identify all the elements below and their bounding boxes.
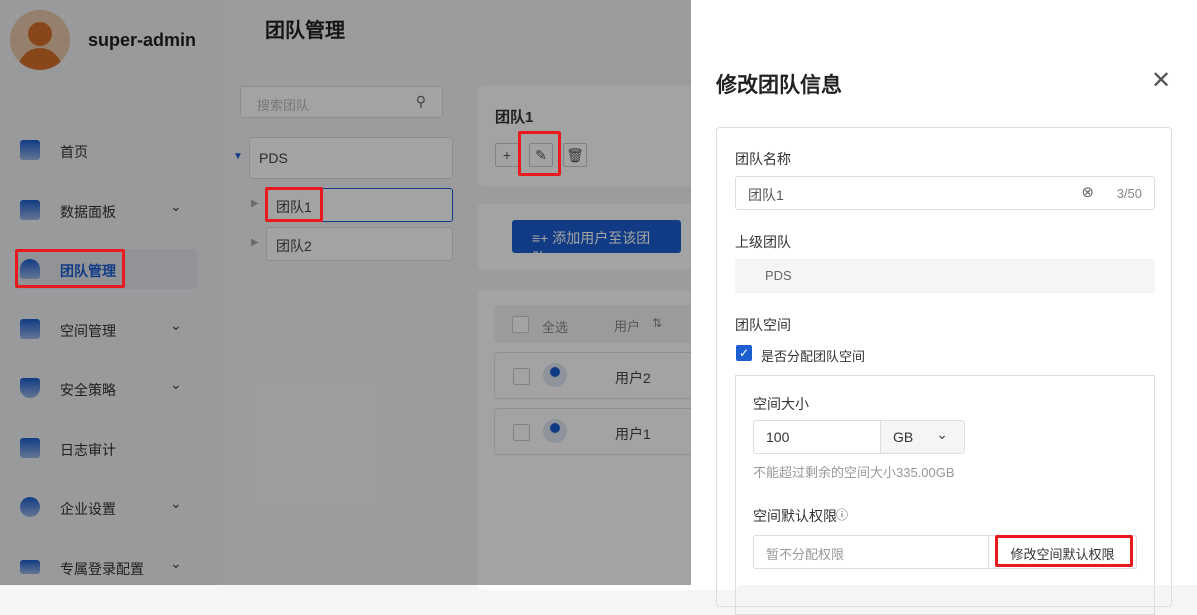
team-space-label: 团队空间 [735, 317, 791, 333]
highlight-box [15, 249, 125, 288]
input-value: 100 [766, 429, 790, 445]
close-icon[interactable]: ✕ [1151, 66, 1171, 95]
allocate-space-checkbox[interactable]: ✓ [736, 345, 752, 361]
input-placeholder: 暂不分配权限 [766, 547, 845, 562]
team-name-input[interactable]: 团队1 ⊗ 3/50 [735, 176, 1155, 210]
team-name-label: 团队名称 [735, 151, 791, 167]
parent-team-value: PDS [735, 259, 1155, 293]
parent-team-label: 上级团队 [735, 234, 791, 250]
space-size-input[interactable]: 100 [753, 420, 881, 454]
highlight-box [995, 535, 1133, 567]
default-permission-input: 暂不分配权限 [753, 535, 989, 569]
drawer-title: 修改团队信息 [716, 74, 842, 97]
allocate-space-label: 是否分配团队空间 [761, 349, 866, 364]
highlight-box [265, 187, 323, 222]
input-value: 团队1 [748, 187, 784, 203]
space-settings-box: 空间大小 100 GB ⌄ 不能超过剩余的空间大小335.00GB 空间默认权限 … [735, 375, 1155, 615]
space-size-label: 空间大小 [753, 396, 809, 412]
info-icon[interactable]: ⓘ [836, 506, 848, 523]
edit-team-drawer: 修改团队信息 ✕ 团队名称 团队1 ⊗ 3/50 上级团队 PDS 团队空间 ✓… [691, 0, 1197, 615]
chevron-down-icon: ⌄ [936, 426, 948, 442]
default-permission-label: 空间默认权限 [753, 508, 837, 524]
clear-icon[interactable]: ⊗ [1081, 183, 1094, 201]
parent-team-text: PDS [765, 268, 792, 283]
char-count: 3/50 [1116, 186, 1142, 201]
unit-select[interactable]: GB ⌄ [880, 420, 965, 454]
select-value: GB [893, 429, 914, 445]
highlight-box [518, 131, 561, 176]
space-size-hint: 不能超过剩余的空间大小335.00GB [753, 465, 955, 480]
